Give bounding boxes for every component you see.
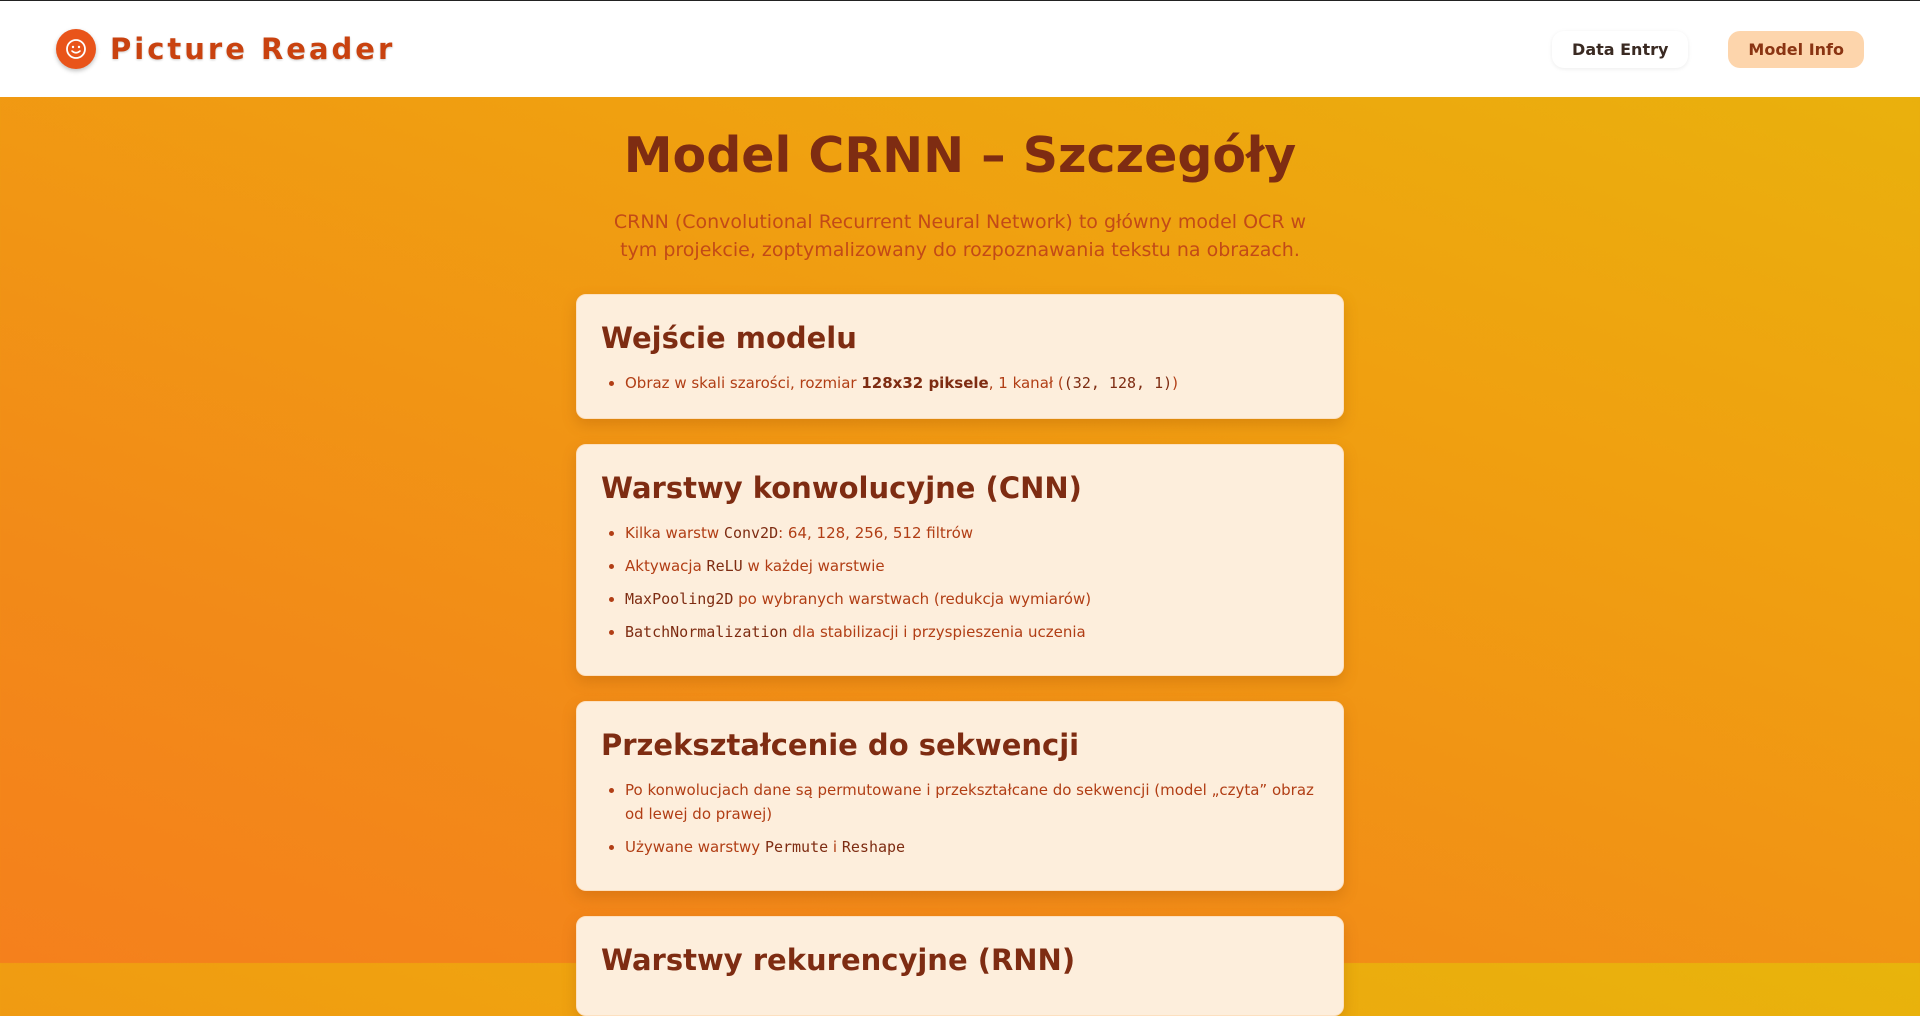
list-item: Używane warstwy Permute i Reshape [625,835,1319,859]
section-card-cnn: Warstwy konwolucyjne (CNN) Kilka warstw … [576,444,1344,676]
nav-data-entry-button[interactable]: Data Entry [1552,30,1689,68]
main-content: Model CRNN – Szczegóły CRNN (Convolution… [0,97,1920,1016]
top-navbar: Picture Reader Data Entry Model Info [0,1,1920,97]
section-list: Po konwolucjach dane są permutowane i pr… [601,778,1319,859]
list-item: Aktywacja ReLU w każdej warstwie [625,554,1319,578]
section-card-rnn: Warstwy rekurencyjne (RNN) [576,916,1344,1016]
nav-model-info-button[interactable]: Model Info [1728,30,1864,68]
main-nav: Data Entry Model Info [1552,30,1864,68]
list-item: Obraz w skali szarości, rozmiar 128x32 p… [625,371,1319,395]
brand[interactable]: Picture Reader [56,29,395,69]
list-item: Po konwolucjach dane są permutowane i pr… [625,778,1319,826]
section-list: Obraz w skali szarości, rozmiar 128x32 p… [601,371,1319,395]
section-card-input: Wejście modelu Obraz w skali szarości, r… [576,294,1344,419]
brand-name: Picture Reader [110,32,396,66]
list-item: BatchNormalization dla stabilizacji i pr… [625,620,1319,644]
page-description: CRNN (Convolutional Recurrent Neural Net… [613,211,1307,261]
page-title: Model CRNN – Szczegóły [623,127,1297,184]
list-item: MaxPooling2D po wybranych warstwach (red… [625,587,1319,611]
section-title: Warstwy rekurencyjne (RNN) [601,943,1076,977]
list-item: Kilka warstw Conv2D: 64, 128, 256, 512 f… [625,521,1319,545]
section-card-sequence: Przekształcenie do sekwencji Po konwoluc… [576,701,1344,891]
section-title: Warstwy konwolucyjne (CNN) [601,471,1082,505]
section-list: Kilka warstw Conv2D: 64, 128, 256, 512 f… [601,521,1319,644]
section-title: Przekształcenie do sekwencji [601,728,1080,762]
section-title: Wejście modelu [601,321,857,355]
smile-icon [56,29,96,69]
